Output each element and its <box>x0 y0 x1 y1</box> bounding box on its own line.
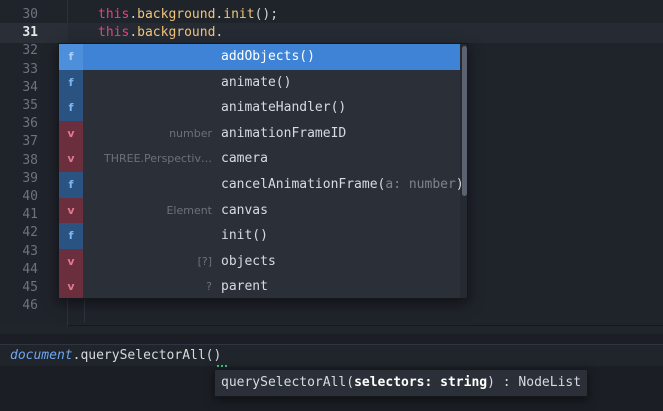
function-kind-icon: f <box>59 69 83 96</box>
autocomplete-item-name: objects <box>221 253 276 269</box>
autocomplete-item-label: init() <box>221 223 268 249</box>
variable-kind-icon: v <box>59 120 83 147</box>
autocomplete-item[interactable]: v number animationFrameID <box>59 120 460 147</box>
line-number: 46 <box>22 298 38 314</box>
autocomplete-item-type: [?] <box>197 254 212 268</box>
autocomplete-item-name: addObjects() <box>221 49 315 64</box>
autocomplete-item-name: cancelAnimationFrame( <box>221 177 386 192</box>
line-number: 39 <box>22 170 38 186</box>
signature-help-tooltip: querySelectorAll(selectors: string) : No… <box>214 369 588 397</box>
autocomplete-item-name: parent <box>221 279 268 295</box>
autocomplete-item[interactable]: v THREE.Perspectiv… camera <box>59 146 460 172</box>
line-number: 45 <box>22 280 38 295</box>
autocomplete-popup[interactable]: f addObjects() f animate() f animateHandler()… <box>58 43 468 299</box>
autocomplete-item-type: number <box>169 126 212 140</box>
autocomplete-item[interactable]: f addObjects() <box>59 44 460 70</box>
autocomplete-item[interactable]: f animate() <box>59 69 460 96</box>
line-number: 30 <box>22 7 38 22</box>
line-number: 34 <box>22 79 38 95</box>
dot-operator: . <box>129 25 138 40</box>
autocomplete-item-type: ? <box>206 280 212 294</box>
line-number: 42 <box>22 225 38 241</box>
autocomplete-item-label: camera <box>221 146 268 172</box>
function-kind-icon: f <box>59 95 83 121</box>
line-number: 44 <box>22 261 38 277</box>
autocomplete-item-label: animateHandler() <box>221 95 346 121</box>
autocomplete-item-type: Element <box>166 203 212 217</box>
property-init: init <box>223 7 255 22</box>
call-parens: (); <box>254 7 279 22</box>
autocomplete-item-type: THREE.Perspectiv… <box>104 152 212 166</box>
autocomplete-item-label: animate() <box>221 70 291 96</box>
signature-param: selectors: string <box>354 375 488 390</box>
autocomplete-item-param: a: number <box>385 177 456 192</box>
variable-kind-icon: v <box>59 197 83 224</box>
code-line-30[interactable]: this.background.init(); <box>98 5 278 25</box>
keyword-this: this <box>98 7 130 22</box>
console-expression[interactable]: document.querySelectorAll() <box>10 346 221 366</box>
autocomplete-item[interactable]: v [?] objects <box>59 248 460 275</box>
code-line-31[interactable]: this.background. <box>98 23 223 43</box>
line-number: 37 <box>22 134 38 150</box>
autocomplete-item-name: camera <box>221 151 268 167</box>
autocomplete-item[interactable]: f cancelAnimationFrame(a: number) <box>59 172 464 198</box>
cursor-marker <box>217 364 227 367</box>
property-background: background <box>137 7 216 22</box>
autocomplete-item-name: animate() <box>221 74 292 90</box>
autocomplete-item-label: addObjects() <box>221 44 315 70</box>
autocomplete-item-tail: ) <box>455 177 464 192</box>
autocomplete-item-label: animationFrameID <box>221 121 346 147</box>
autocomplete-item-name: animateHandler() <box>221 100 347 116</box>
line-number: 38 <box>22 152 38 168</box>
autocomplete-item[interactable]: f animateHandler() <box>59 95 460 121</box>
variable-kind-icon: v <box>59 274 83 298</box>
keyword-this: this <box>98 25 130 40</box>
line-number: 33 <box>22 61 38 77</box>
autocomplete-item[interactable]: v Element canvas <box>59 197 460 224</box>
signature-prefix: querySelectorAll( <box>221 375 355 390</box>
dot-operator: . <box>215 25 224 40</box>
function-kind-icon: f <box>59 44 83 70</box>
line-number: 35 <box>22 98 38 113</box>
line-number: 41 <box>22 207 38 223</box>
autocomplete-item-name: animationFrameID <box>221 125 347 141</box>
line-number: 36 <box>22 116 38 132</box>
property-background: background <box>137 25 216 40</box>
autocomplete-item-name: init() <box>221 228 268 244</box>
autocomplete-item-label: objects <box>221 249 276 275</box>
line-number: 32 <box>22 43 38 59</box>
line-number: 31 <box>0 23 68 44</box>
autocomplete-item[interactable]: f init() <box>59 223 460 249</box>
autocomplete-item-label: canvas <box>221 198 268 224</box>
autocomplete-item[interactable]: v? parent <box>59 274 460 298</box>
variable-kind-icon: v <box>59 248 83 275</box>
line-number: 40 <box>22 189 38 204</box>
function-kind-icon: f <box>59 172 83 198</box>
autocomplete-item-label: cancelAnimationFrame(a: number) <box>221 172 464 198</box>
function-kind-icon: f <box>59 223 83 249</box>
variable-kind-icon: v <box>59 146 83 172</box>
autocomplete-item-name: canvas <box>221 202 268 218</box>
dot-operator: . <box>129 7 138 22</box>
signature-return: ) : NodeList <box>487 375 582 390</box>
line-number: 43 <box>22 243 38 259</box>
method-call: querySelectorAll() <box>80 348 222 363</box>
document-identifier: document <box>10 348 73 363</box>
autocomplete-item-label: parent <box>221 274 268 298</box>
